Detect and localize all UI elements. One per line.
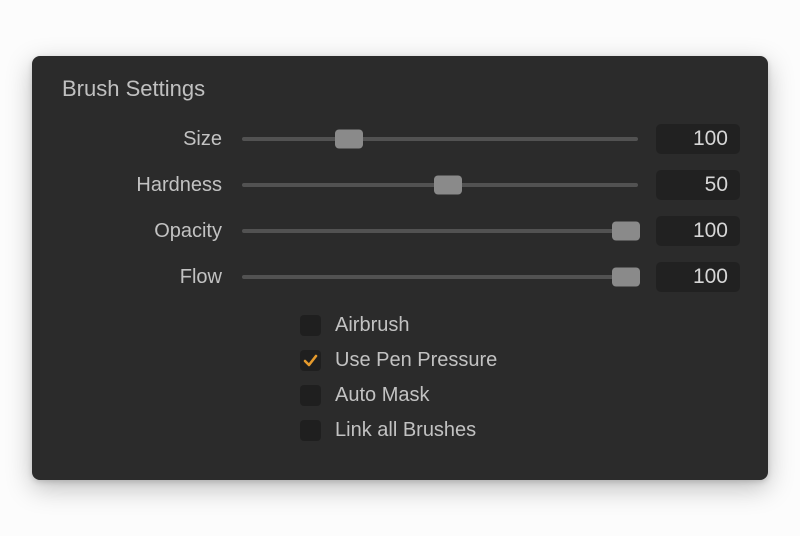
checkmark-icon [302,352,319,369]
auto-mask-checkbox[interactable] [300,385,321,406]
slider-row-size: Size 100 [60,124,740,154]
checkbox-row-pen-pressure: Use Pen Pressure [300,343,740,378]
brush-settings-panel: Brush Settings Size 100 Hardness 50 Opac… [32,56,768,480]
link-brushes-checkbox[interactable] [300,420,321,441]
hardness-label: Hardness [60,174,242,197]
hardness-value[interactable]: 50 [656,170,740,200]
hardness-slider[interactable] [242,183,638,187]
flow-slider-thumb[interactable] [612,268,640,287]
flow-slider[interactable] [242,275,638,279]
checkbox-row-auto-mask: Auto Mask [300,378,740,413]
size-slider-thumb[interactable] [335,130,363,149]
size-value[interactable]: 100 [656,124,740,154]
opacity-slider[interactable] [242,229,638,233]
slider-row-hardness: Hardness 50 [60,170,740,200]
hardness-slider-thumb[interactable] [434,176,462,195]
flow-value[interactable]: 100 [656,262,740,292]
auto-mask-label: Auto Mask [335,384,429,407]
slider-row-opacity: Opacity 100 [60,216,740,246]
opacity-slider-thumb[interactable] [612,222,640,241]
checkbox-row-airbrush: Airbrush [300,308,740,343]
pen-pressure-label: Use Pen Pressure [335,349,497,372]
checkbox-group: Airbrush Use Pen Pressure Auto Mask Link… [60,308,740,448]
size-slider[interactable] [242,137,638,141]
opacity-label: Opacity [60,220,242,243]
airbrush-checkbox[interactable] [300,315,321,336]
opacity-value[interactable]: 100 [656,216,740,246]
pen-pressure-checkbox[interactable] [300,350,321,371]
panel-title: Brush Settings [60,76,740,102]
size-label: Size [60,128,242,151]
slider-row-flow: Flow 100 [60,262,740,292]
flow-label: Flow [60,266,242,289]
checkbox-row-link-brushes: Link all Brushes [300,413,740,448]
link-brushes-label: Link all Brushes [335,419,476,442]
airbrush-label: Airbrush [335,314,409,337]
